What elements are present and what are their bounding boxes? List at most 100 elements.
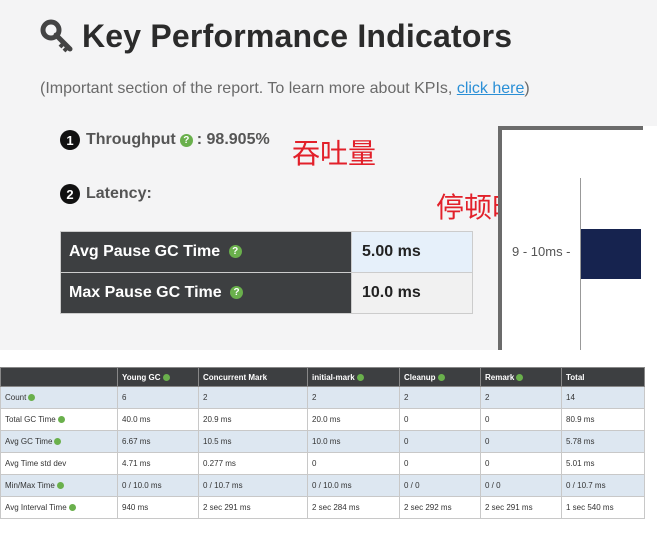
chart-bar: [581, 229, 641, 279]
gc-table-cell: 940 ms: [117, 496, 199, 519]
help-icon[interactable]: [162, 373, 170, 381]
gc-table-cell: 1 sec 540 ms: [561, 496, 645, 519]
help-icon[interactable]: [68, 504, 76, 512]
gc-table-cell: 0 / 0: [480, 474, 562, 497]
throughput-value: : 98.905%: [196, 131, 270, 148]
gc-row-label: Avg Interval Time: [5, 503, 67, 512]
gc-table-cell: 80.9 ms: [561, 408, 645, 431]
help-icon[interactable]: [356, 373, 364, 381]
gc-table-cell: 2 sec 291 ms: [480, 496, 562, 519]
gc-table-cell: 2: [198, 386, 308, 409]
avg-pause-label-cell: Avg Pause GC Time ?: [60, 231, 352, 273]
pause-time-table: Avg Pause GC Time ? 5.00 ms Max Pause GC…: [60, 231, 473, 314]
gc-row-label-cell: Avg GC Time: [0, 430, 118, 453]
throughput-help-icon[interactable]: ?: [179, 133, 193, 147]
gc-table-cell: 2 sec 292 ms: [399, 496, 481, 519]
gc-table-cell: 0 / 10.7 ms: [198, 474, 308, 497]
pause-duration-chart: 9 - 10ms -: [498, 126, 657, 350]
help-icon[interactable]: [54, 438, 62, 446]
gc-table-row: Total GC Time 40.0 ms 20.9 ms 20.0 ms 0 0 80.9…: [0, 408, 645, 431]
max-pause-row: Max Pause GC Time ? 10.0 ms: [60, 272, 473, 314]
chart-frame-left: [498, 126, 502, 350]
gc-header-cell: Concurrent Mark: [198, 367, 308, 387]
gc-stats-table: Young GC Concurrent Mark initial-mark Clean…: [0, 367, 645, 519]
latency-item: 2 Latency:: [60, 184, 152, 204]
gc-header-cell: Cleanup: [399, 367, 481, 387]
gc-header-cell: initial-mark: [307, 367, 400, 387]
throughput-annotation: 吞吐量: [292, 137, 377, 170]
gc-header-cell: Total: [561, 367, 645, 387]
gc-table-cell: 20.0 ms: [307, 408, 400, 431]
gc-table-cell: 0: [480, 430, 562, 453]
gc-header-cell: Remark: [480, 367, 562, 387]
gc-table-cell: 5.01 ms: [561, 452, 645, 475]
gc-table-cell: 0: [399, 430, 481, 453]
gc-row-label-cell: Avg Interval Time: [0, 496, 118, 519]
gc-table-cell: 20.9 ms: [198, 408, 308, 431]
help-icon[interactable]: [516, 373, 524, 381]
gc-table-cell: 6: [117, 386, 199, 409]
gc-row-label: Min/Max Time: [5, 481, 55, 490]
gc-header-label: Remark: [485, 372, 515, 382]
gc-table-row: Avg Time std dev 4.71 ms 0.277 ms 0 0 0 5.01 m…: [0, 452, 645, 475]
gc-table-cell: 0 / 0: [399, 474, 481, 497]
avg-pause-help-icon[interactable]: ?: [228, 245, 242, 259]
gc-table-cell: 0 / 10.0 ms: [117, 474, 199, 497]
gc-header-blank: [0, 367, 118, 387]
avg-pause-row: Avg Pause GC Time ? 5.00 ms: [60, 231, 473, 273]
gc-header-cell: Young GC: [117, 367, 199, 387]
gc-stats-section: Young GC Concurrent Mark initial-mark Clean…: [0, 367, 645, 519]
gc-table-cell: 0 / 10.7 ms: [561, 474, 645, 497]
throughput-item: 1 Throughput ? : 98.905%: [60, 130, 270, 150]
gc-table-cell: 0: [307, 452, 400, 475]
subtitle-suffix: ): [524, 80, 530, 97]
gc-table-cell: 2: [399, 386, 481, 409]
gc-table-cell: 14: [561, 386, 645, 409]
gc-table-cell: 0: [480, 452, 562, 475]
gc-row-label: Avg GC Time: [5, 437, 53, 446]
max-pause-label-cell: Max Pause GC Time ?: [60, 272, 352, 314]
gc-row-label-cell: Count: [0, 386, 118, 409]
latency-label: Latency:: [86, 185, 152, 202]
gc-row-label: Count: [5, 393, 27, 402]
learn-more-link[interactable]: click here: [457, 80, 525, 97]
key-icon: [40, 19, 73, 53]
gc-table-row: Avg Interval Time 940 ms 2 sec 291 ms 2 sec…: [0, 496, 645, 519]
max-pause-help-icon[interactable]: ?: [230, 286, 244, 300]
page-title: Key Performance Indicators: [82, 17, 513, 54]
avg-pause-label: Avg Pause GC Time: [69, 243, 221, 260]
chart-tick-label: 9 - 10ms -: [512, 244, 571, 259]
gc-table-row: Avg GC Time 6.67 ms 10.5 ms 10.0 ms 0 0 5.78 m…: [0, 430, 645, 453]
gc-table-row: Min/Max Time 0 / 10.0 ms 0 / 10.7 ms 0 / 10…: [0, 474, 645, 497]
gc-table-cell: 0: [399, 452, 481, 475]
gc-table-cell: 2: [307, 386, 400, 409]
gc-table-cell: 2 sec 284 ms: [307, 496, 400, 519]
avg-pause-value: 5.00 ms: [351, 231, 473, 273]
gc-table-cell: 10.5 ms: [198, 430, 308, 453]
gc-table-cell: 40.0 ms: [117, 408, 199, 431]
kpi-subtitle: (Important section of the report. To lea…: [40, 80, 530, 98]
gc-table-cell: 6.67 ms: [117, 430, 199, 453]
throughput-number-badge: 1: [60, 130, 80, 150]
help-icon[interactable]: [437, 373, 445, 381]
gc-table-row: Count 6 2 2 2 2 14: [0, 386, 645, 409]
gc-table-cell: 2 sec 291 ms: [198, 496, 308, 519]
gc-table-cell: 0 / 10.0 ms: [307, 474, 400, 497]
gc-table-cell: 0: [480, 408, 562, 431]
max-pause-label: Max Pause GC Time: [69, 284, 222, 301]
latency-number-badge: 2: [60, 184, 80, 204]
gc-table-cell: 0.277 ms: [198, 452, 308, 475]
gc-row-label-cell: Total GC Time: [0, 408, 118, 431]
gc-header-label: Cleanup: [404, 372, 436, 382]
help-icon[interactable]: [28, 394, 36, 402]
throughput-label: Throughput: [86, 131, 176, 148]
gc-row-label-cell: Avg Time std dev: [0, 452, 118, 475]
gc-row-label: Total GC Time: [5, 415, 56, 424]
gc-table-cell: 4.71 ms: [117, 452, 199, 475]
subtitle-text: (Important section of the report. To lea…: [40, 80, 457, 97]
gc-header-label: Concurrent Mark: [203, 372, 268, 382]
kpi-title-row: Key Performance Indicators: [40, 14, 512, 58]
help-icon[interactable]: [56, 482, 64, 490]
help-icon[interactable]: [57, 416, 65, 424]
gc-header-label: Young GC: [122, 372, 161, 382]
